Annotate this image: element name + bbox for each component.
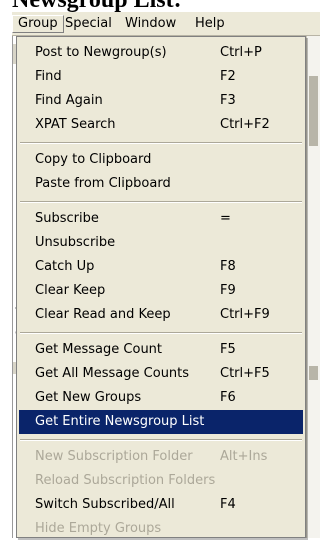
menubar: Group Special Window Help xyxy=(12,12,320,36)
menubar-special[interactable]: Special xyxy=(60,15,117,33)
menu-separator xyxy=(20,201,302,203)
menu-item-label: Clear Read and Keep xyxy=(35,307,171,322)
group-menu: Post to Newgroup(s) Ctrl+P Find F2 Find Agai… xyxy=(16,36,306,538)
menu-item-get-message-count[interactable]: Get Message Count F5 xyxy=(19,338,303,362)
menu-item-label: Catch Up xyxy=(35,259,95,274)
menu-item-subscribe[interactable]: Subscribe = xyxy=(19,207,303,231)
menubar-window[interactable]: Window xyxy=(120,15,181,33)
menu-item-label: Subscribe xyxy=(35,211,99,226)
background-window-right-edge xyxy=(306,36,320,538)
menu-item-label: Get Message Count xyxy=(35,342,163,357)
menu-item-label: Unsubscribe xyxy=(35,235,116,250)
menu-item-label: XPAT Search xyxy=(35,117,116,132)
menu-item-get-all-message-counts[interactable]: Get All Message Counts Ctrl+F5 xyxy=(19,362,303,386)
menu-separator xyxy=(20,439,302,441)
menu-item-shortcut: F5 xyxy=(220,342,236,357)
menu-item-shortcut: = xyxy=(220,211,231,226)
menu-item-shortcut: F4 xyxy=(220,497,236,512)
menu-item-label: New Subscription Folder xyxy=(35,449,193,464)
menu-item-label: Reload Subscription Folders xyxy=(35,473,216,488)
menu-item-label: Post to Newgroup(s) xyxy=(35,45,167,60)
menu-item-label: Switch Subscribed/All xyxy=(35,497,175,512)
menu-item-clear-keep[interactable]: Clear Keep F9 xyxy=(19,279,303,303)
menu-item-shortcut: F8 xyxy=(220,259,236,274)
menu-item-shortcut: F3 xyxy=(220,93,236,108)
menu-item-label: Hide Empty Groups xyxy=(35,521,162,536)
menubar-group[interactable]: Group xyxy=(12,15,64,33)
menu-item-new-subscription-folder: New Subscription Folder Alt+Ins xyxy=(19,445,303,469)
menu-item-shortcut: Ctrl+F9 xyxy=(220,307,270,322)
menu-item-shortcut: F6 xyxy=(220,390,236,405)
menu-item-unsubscribe[interactable]: Unsubscribe xyxy=(19,231,303,255)
menu-item-get-entire-newsgroup-list[interactable]: Get Entire Newsgroup List xyxy=(19,410,303,434)
menu-item-shortcut: Ctrl+P xyxy=(220,45,262,60)
menu-item-label: Get All Message Counts xyxy=(35,366,190,381)
menu-item-paste-from-clipboard[interactable]: Paste from Clipboard xyxy=(19,172,303,196)
menu-item-switch-subscribed-all[interactable]: Switch Subscribed/All F4 xyxy=(19,493,303,517)
menu-item-label: Copy to Clipboard xyxy=(35,152,152,167)
menu-item-find[interactable]: Find F2 xyxy=(19,65,303,89)
page-heading: Newsgroup List: xyxy=(12,0,182,13)
menu-item-shortcut: Ctrl+F2 xyxy=(220,117,270,132)
menu-item-reload-subscription-folders: Reload Subscription Folders xyxy=(19,469,303,493)
menu-item-hide-empty-groups: Hide Empty Groups xyxy=(19,517,303,541)
menu-item-catch-up[interactable]: Catch Up F8 xyxy=(19,255,303,279)
menu-item-label: Find xyxy=(35,69,62,84)
menu-item-find-again[interactable]: Find Again F3 xyxy=(19,89,303,113)
menu-item-shortcut: Alt+Ins xyxy=(220,449,268,464)
menu-item-label: Paste from Clipboard xyxy=(35,176,171,191)
menu-separator xyxy=(20,332,302,334)
menu-item-label: Clear Keep xyxy=(35,283,106,298)
menu-item-clear-read-and-keep[interactable]: Clear Read and Keep Ctrl+F9 xyxy=(19,303,303,327)
menu-item-shortcut: Ctrl+F5 xyxy=(220,366,270,381)
menu-item-copy-to-clipboard[interactable]: Copy to Clipboard xyxy=(19,148,303,172)
menu-item-post-to-newgroup-s[interactable]: Post to Newgroup(s) Ctrl+P xyxy=(19,41,303,65)
menu-separator xyxy=(20,142,302,144)
menu-item-xpat-search[interactable]: XPAT Search Ctrl+F2 xyxy=(19,113,303,137)
menu-item-label: Get New Groups xyxy=(35,390,142,405)
menu-item-shortcut: F2 xyxy=(220,69,236,84)
menu-item-get-new-groups[interactable]: Get New Groups F6 xyxy=(19,386,303,410)
menu-item-label: Get Entire Newsgroup List xyxy=(35,414,205,429)
menu-item-label: Find Again xyxy=(35,93,103,108)
menubar-help[interactable]: Help xyxy=(190,15,230,33)
menu-item-shortcut: F9 xyxy=(220,283,236,298)
